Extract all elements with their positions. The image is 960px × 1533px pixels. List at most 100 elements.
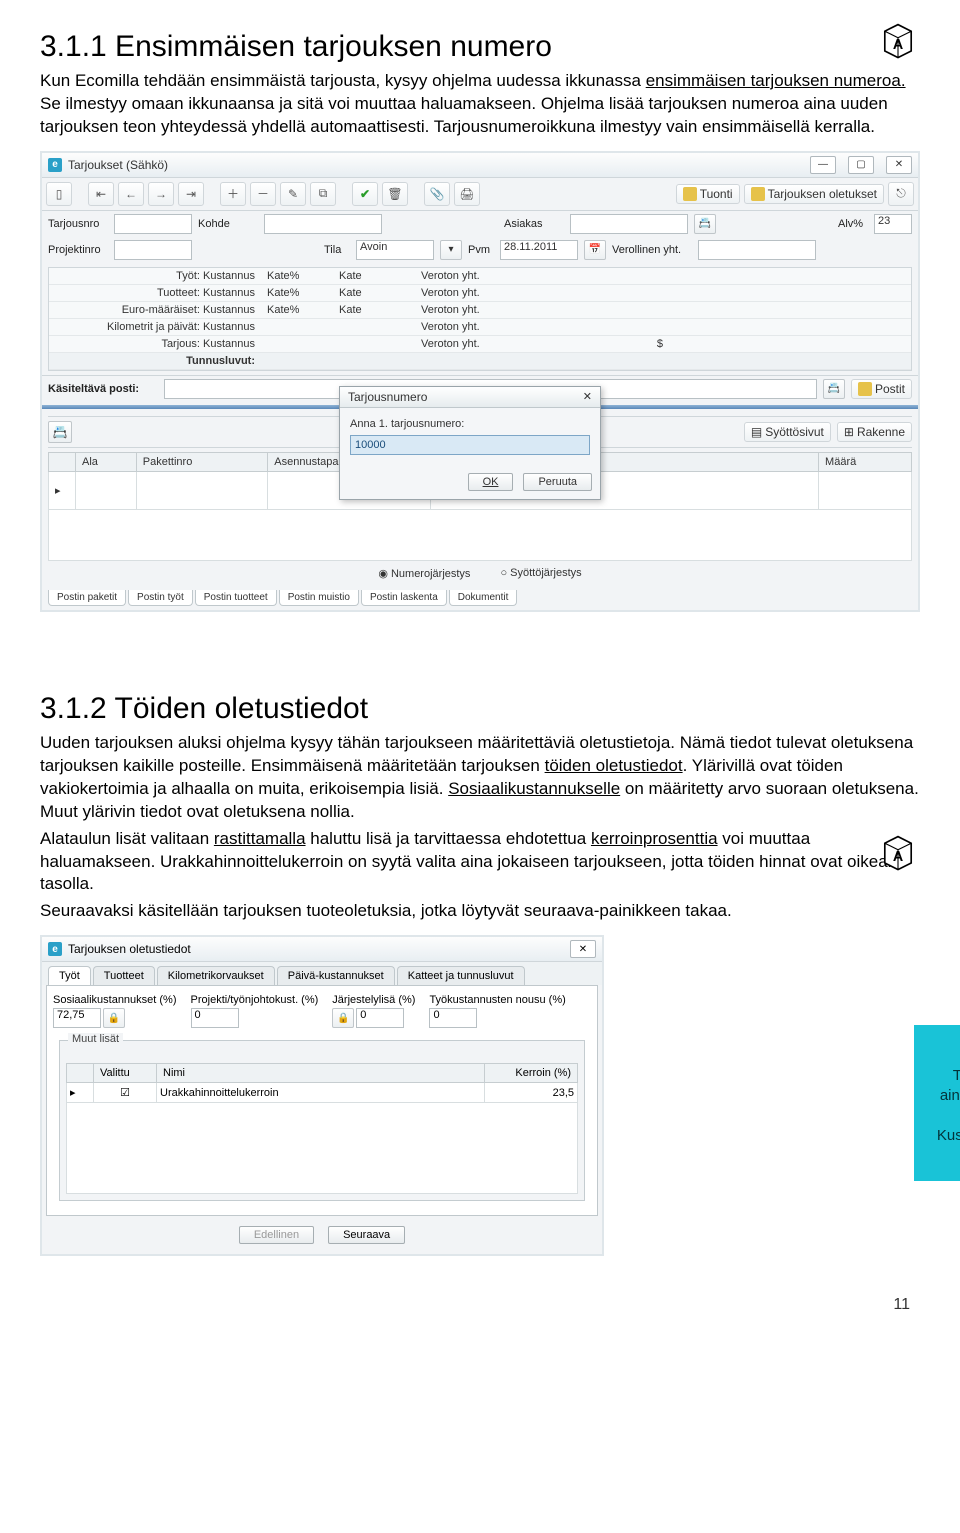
grid-row-label: Tarjous: Kustannus	[49, 336, 261, 352]
th-maara[interactable]: Määrä	[819, 452, 912, 471]
inp-projektinro[interactable]	[114, 240, 192, 260]
inp-asiakas[interactable]	[570, 214, 688, 234]
tab-postin-tyot[interactable]: Postin työt	[128, 590, 193, 606]
tarjousnumero-input[interactable]	[350, 435, 590, 455]
th-valittu[interactable]: Valittu	[94, 1064, 157, 1083]
attach-button[interactable]: 📎	[424, 182, 450, 206]
lock-icon[interactable]: 🔒	[103, 1008, 125, 1028]
tuonti-button[interactable]: Tuonti	[676, 184, 740, 204]
inp-tarjousnro[interactable]	[114, 214, 192, 234]
lbl-tarjousnro: Tarjousnro	[48, 218, 108, 230]
asiakas-lookup-button[interactable]: 📇	[694, 214, 716, 234]
cancel-button[interactable]: Peruuta	[523, 473, 592, 491]
close-button[interactable]: ✕	[886, 156, 912, 174]
dialog-close-button[interactable]: ✕	[583, 390, 592, 403]
th-nimi[interactable]: Nimi	[157, 1064, 485, 1083]
section-2-heading: 3.1.2 Töiden oletustiedot	[40, 692, 920, 726]
calendar-button[interactable]: 📅	[584, 240, 606, 260]
inp-tyokust[interactable]: 0	[429, 1008, 477, 1028]
tab-postin-paketit[interactable]: Postin paketit	[48, 590, 126, 606]
folder-icon	[751, 187, 765, 201]
grid-row-label: Tuotteet: Kustannus	[49, 285, 261, 301]
cell-kerroin: 23,5	[485, 1083, 578, 1103]
nav-first[interactable]: ⇤	[88, 182, 114, 206]
app-e-icon: e	[48, 942, 62, 956]
tab-katteet[interactable]: Katteet ja tunnusluvut	[397, 966, 525, 985]
th-ala[interactable]: Ala	[76, 452, 137, 471]
lbl-posti: Käsiteltävä posti:	[48, 383, 158, 395]
tree-icon: ⊞	[844, 425, 854, 439]
print-button[interactable]: 🖨	[454, 182, 480, 206]
legend-muut-lisat: Muut lisät	[68, 1033, 123, 1045]
lookup-button[interactable]: 📇	[48, 421, 72, 443]
tab-tyot[interactable]: Työt	[48, 966, 91, 985]
lbl-alv: Alv%	[838, 218, 868, 230]
copy-button[interactable]: ⧉	[310, 182, 336, 206]
lbl-jarjestelylisa: Järjestelylisä (%)	[332, 994, 415, 1006]
section-2-para2: Alataulun lisät valitaan rastittamalla h…	[40, 828, 920, 897]
oletukset-button[interactable]: Tarjouksen oletukset	[744, 184, 884, 204]
checkbox-valittu[interactable]: ☑	[120, 1087, 130, 1099]
note-body: Töihin lisättävien kertoimien käyttöä on…	[932, 1066, 960, 1167]
nav-prev[interactable]: ←	[118, 182, 144, 206]
nav-next[interactable]: →	[148, 182, 174, 206]
folder-icon	[858, 382, 872, 396]
folder-icon	[683, 187, 697, 201]
tarjousnumero-dialog: Tarjousnumero✕ Anna 1. tarjousnumero: OK…	[339, 386, 601, 500]
grid-row-label: Työt: Kustannus	[49, 268, 261, 284]
nav-last[interactable]: ⇥	[178, 182, 204, 206]
lbl-asiakas: Asiakas	[504, 218, 564, 230]
inp-pvm[interactable]: 28.11.2011	[500, 240, 578, 260]
grid-row-label: Euro-määräiset: Kustannus	[49, 302, 261, 318]
lock-icon[interactable]: 🔒	[332, 1008, 354, 1028]
th-kerroin[interactable]: Kerroin (%)	[485, 1064, 578, 1083]
tab-postin-tuotteet[interactable]: Postin tuotteet	[195, 590, 277, 606]
inp-projektikust[interactable]: 0	[191, 1008, 239, 1028]
pages-icon: ▤	[751, 425, 762, 439]
delete-button[interactable]: 🗑	[382, 182, 408, 206]
add-button[interactable]: ＋	[220, 182, 246, 206]
tab-paivakustannukset[interactable]: Päivä-kustannukset	[277, 966, 395, 985]
cell-nimi: Urakkahinnoittelukerroin	[157, 1083, 485, 1103]
maximize-button[interactable]: ▢	[848, 156, 874, 174]
close-button[interactable]: ✕	[570, 940, 596, 958]
tab-postin-laskenta[interactable]: Postin laskenta	[361, 590, 447, 606]
tarjoukset-window: e Tarjoukset (Sähkö) — ▢ ✕ ▯ ⇤ ← → ⇥ ＋ －…	[40, 151, 920, 612]
lbl-tunnusluvut: Tunnusluvut:	[49, 353, 261, 369]
syottosivut-button[interactable]: ▤Syöttösivut	[744, 422, 831, 442]
titlebar: e Tarjoukset (Sähkö) — ▢ ✕	[42, 153, 918, 178]
ok-button[interactable]: OK	[468, 473, 514, 491]
inp-jarjestelylisa[interactable]: 0	[356, 1008, 404, 1028]
inp-tila[interactable]: Avoin	[356, 240, 434, 260]
page-number: 11	[0, 1276, 960, 1344]
rakenne-button[interactable]: ⊞Rakenne	[837, 422, 912, 442]
table-row[interactable]: ▸ ☑ Urakkahinnoittelukerroin 23,5	[67, 1083, 578, 1103]
inp-verollinen[interactable]	[698, 240, 816, 260]
toolbar-btn[interactable]: ▯	[46, 182, 72, 206]
tab-kilometrikorvaukset[interactable]: Kilometrikorvaukset	[157, 966, 275, 985]
radio-numerojarjestys[interactable]: ◉ Numerojärjestys	[378, 567, 470, 580]
next-button[interactable]: Seuraava	[328, 1226, 405, 1244]
edit-button[interactable]: ✎	[280, 182, 306, 206]
window-title: Tarjouksen oletustiedot	[68, 942, 191, 956]
prev-button[interactable]: Edellinen	[239, 1226, 314, 1244]
th-pakettinro[interactable]: Pakettinro	[136, 452, 268, 471]
inp-alv[interactable]: 23	[874, 214, 912, 234]
radio-syottojarjestys[interactable]: ○ Syöttöjärjestys	[500, 567, 581, 580]
minimize-button[interactable]: —	[810, 156, 836, 174]
confirm-button[interactable]: ✔	[352, 182, 378, 206]
tab-tuotteet[interactable]: Tuotteet	[93, 966, 155, 985]
posti-lookup-button[interactable]: 📇	[823, 379, 845, 399]
remove-button[interactable]: －	[250, 182, 276, 206]
dialog-title: Tarjousnumero	[348, 390, 427, 404]
tab-dokumentit[interactable]: Dokumentit	[449, 590, 518, 606]
inp-sosiaalikust[interactable]: 72,75	[53, 1008, 101, 1028]
tab-postin-muistio[interactable]: Postin muistio	[279, 590, 359, 606]
postit-button[interactable]: Postit	[851, 379, 912, 399]
inp-kohde[interactable]	[264, 214, 382, 234]
app-e-icon: e	[48, 158, 62, 172]
lbl-projektikust: Projekti/työnjohtokust. (%)	[191, 994, 319, 1006]
svg-text:A: A	[893, 37, 903, 53]
exit-button[interactable]: ⎋	[888, 182, 914, 206]
tila-dropdown[interactable]: ▾	[440, 240, 462, 260]
